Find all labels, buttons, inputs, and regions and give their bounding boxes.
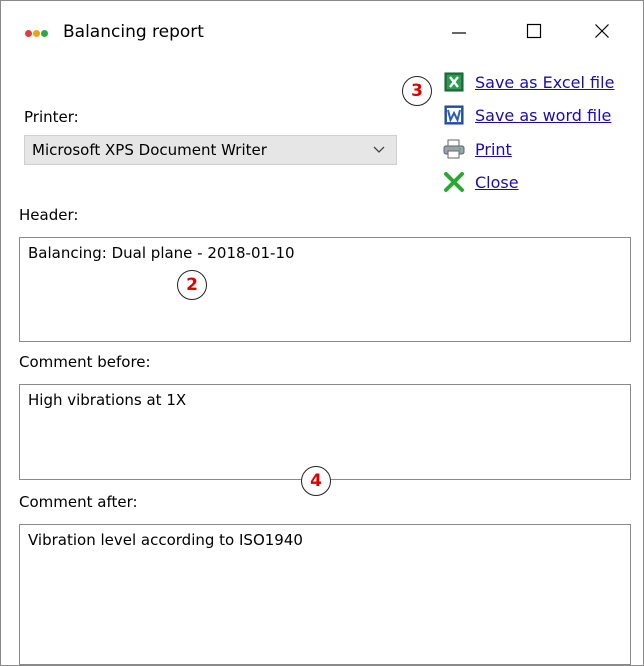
comment-before-label: Comment before: xyxy=(19,353,151,371)
window-title: Balancing report xyxy=(63,22,204,42)
printer-label: Printer: xyxy=(24,108,79,126)
title-bar: Balancing report xyxy=(1,1,643,59)
header-textarea[interactable]: Balancing: Dual plane - 2018-01-10 xyxy=(19,237,631,342)
close-link[interactable]: Close xyxy=(475,173,519,192)
app-icon-dot-orange xyxy=(33,30,40,37)
excel-icon xyxy=(443,71,465,93)
minimize-icon xyxy=(452,32,466,34)
comment-after-textarea[interactable]: Vibration level according to ISO1940 xyxy=(19,524,631,665)
balancing-report-window: Balancing report Printer: Microsoft XPS … xyxy=(0,0,644,666)
printer-select-value: Microsoft XPS Document Writer xyxy=(32,141,267,159)
close-action[interactable]: Close xyxy=(443,171,519,193)
printer-icon xyxy=(443,138,465,160)
annotation-marker-3: 3 xyxy=(402,76,432,106)
chevron-down-icon xyxy=(373,146,385,153)
printer-select[interactable]: Microsoft XPS Document Writer xyxy=(24,135,397,165)
print-link[interactable]: Print xyxy=(475,140,512,159)
comment-before-textarea[interactable]: High vibrations at 1X xyxy=(19,384,631,480)
save-excel-action[interactable]: Save as Excel file xyxy=(443,71,614,93)
word-icon xyxy=(443,104,465,126)
annotation-marker-2: 2 xyxy=(177,270,207,300)
minimize-button[interactable] xyxy=(436,13,482,49)
comment-after-label: Comment after: xyxy=(19,493,138,511)
maximize-icon xyxy=(526,23,542,39)
print-action[interactable]: Print xyxy=(443,138,512,160)
app-icon-dot-green xyxy=(41,30,48,37)
close-icon xyxy=(595,24,609,38)
app-icon xyxy=(25,30,48,37)
window-close-button[interactable] xyxy=(579,13,625,49)
save-word-link[interactable]: Save as word file xyxy=(475,106,611,125)
save-word-action[interactable]: Save as word file xyxy=(443,104,611,126)
annotation-marker-4: 4 xyxy=(301,466,331,496)
maximize-button[interactable] xyxy=(511,13,557,49)
save-excel-link[interactable]: Save as Excel file xyxy=(475,73,614,92)
close-x-icon xyxy=(443,171,465,193)
app-icon-dot-red xyxy=(25,30,32,37)
header-label: Header: xyxy=(19,206,79,224)
